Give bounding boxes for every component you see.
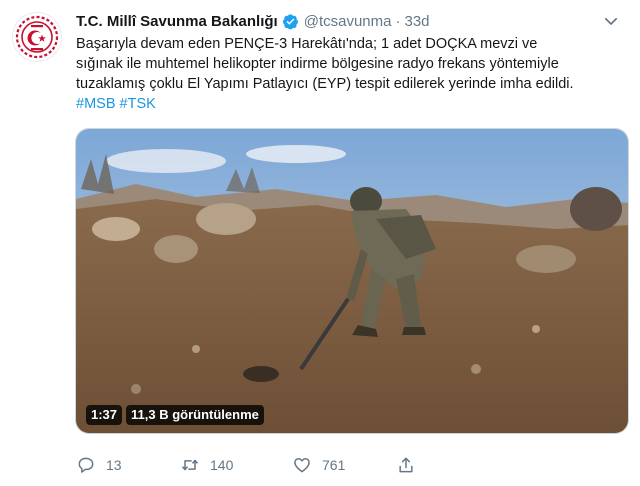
avatar[interactable] [12, 12, 62, 62]
tweet-text-line: tuzaklamış çoklu El Yapımı Patlayıcı (EY… [76, 76, 574, 92]
retweet-button[interactable]: 140 [180, 452, 233, 478]
reply-icon [78, 457, 94, 473]
tweet[interactable]: T.C. Millî Savunma Bakanlığı @tcsavunma … [0, 0, 640, 486]
video-thumbnail [76, 129, 628, 433]
like-button[interactable]: 761 [292, 452, 345, 478]
like-count: 761 [322, 457, 346, 473]
chevron-down-icon[interactable] [602, 12, 620, 30]
share-button[interactable] [396, 452, 426, 478]
separator-dot: · [395, 12, 401, 30]
tweet-header: T.C. Millî Savunma Bakanlığı @tcsavunma … [76, 10, 430, 32]
retweet-icon [181, 459, 199, 471]
hashtag-list: #MSB #TSK [76, 94, 631, 114]
tweet-text: Başarıyla devam eden PENÇE-3 Harekâtı'nd… [76, 34, 631, 114]
video-views-badge: 11,3 B görüntülenme [126, 405, 264, 425]
hashtag-tsk[interactable]: #TSK [120, 96, 156, 112]
user-handle[interactable]: @tcsavunma [304, 13, 392, 30]
reply-button[interactable]: 13 [76, 452, 122, 478]
ministry-emblem-logo [15, 15, 59, 59]
verified-badge-icon [282, 13, 298, 29]
hashtag-msb[interactable]: #MSB [76, 96, 116, 112]
tweet-actions: 13 140 761 [76, 452, 476, 478]
heart-icon [294, 458, 310, 473]
tweet-text-line: Başarıyla devam eden PENÇE-3 Harekâtı'nd… [76, 36, 538, 52]
reply-count: 13 [106, 457, 122, 473]
video-player[interactable]: 1:37 11,3 B görüntülenme [75, 128, 629, 434]
tweet-timestamp[interactable]: 33d [404, 13, 429, 30]
display-name[interactable]: T.C. Millî Savunma Bakanlığı [76, 13, 278, 30]
tweet-text-line: sığınak ile muhtemel helikopter indirme … [76, 56, 559, 72]
video-duration-badge: 1:37 [86, 405, 123, 425]
share-icon [399, 457, 413, 473]
retweet-count: 140 [210, 457, 234, 473]
